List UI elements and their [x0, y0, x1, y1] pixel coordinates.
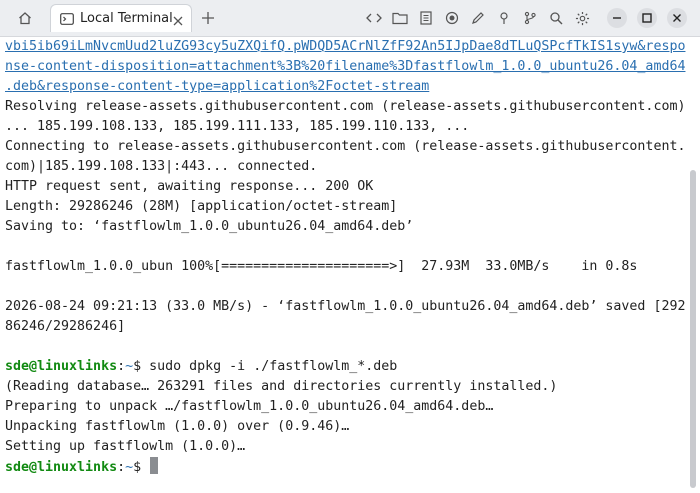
command-line: sde@linuxlinks:~$ sudo dpkg -i ./fastflo…	[5, 357, 688, 377]
code-icon[interactable]	[361, 6, 387, 30]
pen-icon[interactable]	[465, 6, 491, 30]
tab-local-terminal[interactable]: Local Terminal	[50, 4, 192, 32]
close-window-button[interactable]	[663, 6, 691, 30]
prompt-path: ~	[125, 359, 134, 374]
pin-icon[interactable]	[491, 6, 517, 30]
home-icon[interactable]	[12, 6, 38, 30]
command-text: sudo dpkg -i ./fastflowlm_*.deb	[149, 359, 398, 374]
search-icon[interactable]	[543, 6, 569, 30]
folder-icon[interactable]	[387, 6, 413, 30]
output-line: Resolving release-assets.githubuserconte…	[5, 99, 686, 114]
active-prompt-line[interactable]: sde@linuxlinks:~$	[5, 457, 688, 477]
output-line: com)|185.199.108.133|:443... connected.	[5, 159, 318, 174]
dpkg-output-line: Setting up fastflowlm (1.0.0)…	[5, 439, 246, 454]
scrollbar-thumb[interactable]	[690, 170, 696, 488]
progress-line: fastflowlm_1.0.0_ubun 100%[=============…	[5, 259, 638, 274]
output-line: HTTP request sent, awaiting response... …	[5, 179, 374, 194]
tab-title: Local Terminal	[80, 11, 173, 26]
terminal-icon	[60, 11, 74, 30]
output-line: 2026-08-24 09:21:13 (33.0 MB/s) - ‘fastf…	[5, 299, 686, 314]
dpkg-output-line: Preparing to unpack …/fastflowlm_1.0.0_u…	[5, 399, 494, 414]
url-line[interactable]: nse-content-disposition=attachment%3B%20…	[5, 57, 688, 77]
output-line: Connecting to release-assets.githubuserc…	[5, 139, 686, 154]
branch-icon[interactable]	[517, 6, 543, 30]
record-icon[interactable]	[439, 6, 465, 30]
url-line[interactable]: vbi5ib69iLmNvcmUud2luZG93cy5uZXQifQ.pWDQ…	[5, 37, 688, 57]
document-icon[interactable]	[413, 6, 439, 30]
prompt-separator: :	[117, 460, 126, 475]
maximize-button[interactable]	[633, 6, 661, 30]
prompt-path: ~	[125, 460, 134, 475]
text-cursor	[150, 457, 159, 474]
prompt-separator: :	[117, 359, 126, 374]
prompt-symbol: $	[133, 359, 150, 374]
output-line: Saving to: ‘fastflowlm_1.0.0_ubuntu26.04…	[5, 219, 414, 234]
title-bar: Local Terminal	[0, 0, 700, 37]
url-line[interactable]: .deb&response-content-type=application%2…	[5, 77, 688, 97]
output-line: ... 185.199.108.133, 185.199.111.133, 18…	[5, 119, 470, 134]
minimize-button[interactable]	[603, 6, 631, 30]
prompt-user: sde@linuxlinks	[5, 359, 118, 374]
output-line: Length: 29286246 (28M) [application/octe…	[5, 199, 398, 214]
new-tab-icon[interactable]	[195, 6, 221, 30]
terminal-output[interactable]: vbi5ib69iLmNvcmUud2luZG93cy5uZXQifQ.pWDQ…	[0, 37, 688, 493]
dpkg-output-line: (Reading database… 263291 files and dire…	[5, 379, 558, 394]
gear-icon[interactable]	[569, 6, 595, 30]
prompt-user: sde@linuxlinks	[5, 460, 118, 475]
output-line: 86246/29286246]	[5, 319, 126, 334]
prompt-symbol: $	[133, 460, 150, 475]
dpkg-output-line: Unpacking fastflowlm (1.0.0) over (0.9.4…	[5, 419, 350, 434]
close-tab-icon[interactable]	[172, 12, 184, 31]
